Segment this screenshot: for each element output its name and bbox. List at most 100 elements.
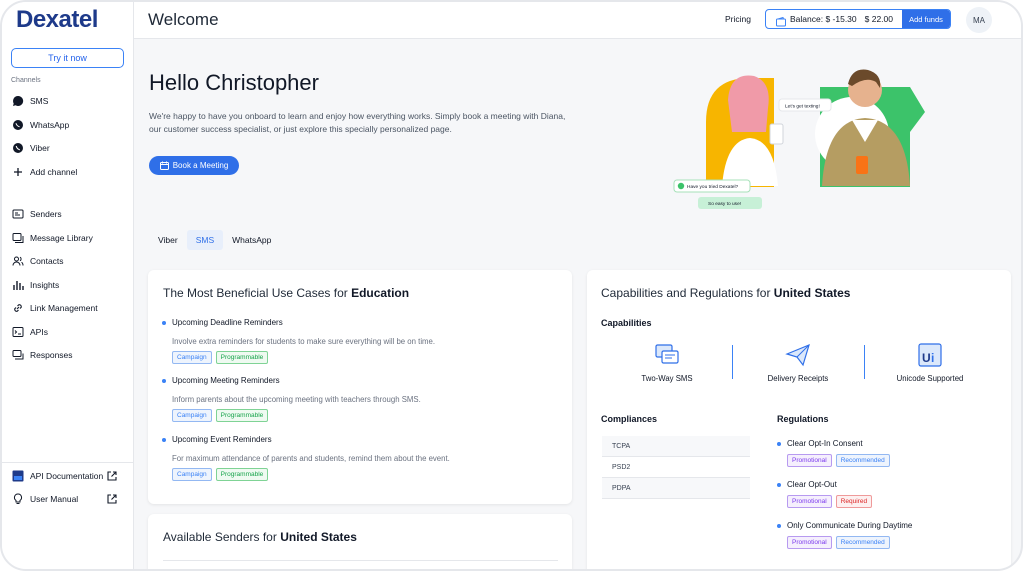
sidebar: Dexatel Try it now Channels SMS WhatsApp… — [2, 2, 134, 569]
tag-promotional: Promotional — [787, 454, 832, 467]
use-cases-title-prefix: The Most Beneficial Use Cases for — [163, 286, 348, 300]
senders-table-border — [163, 560, 558, 561]
tag-recommended: Recommended — [835, 454, 890, 467]
sidebar-item-apis[interactable]: APIs — [12, 323, 48, 341]
wallet-icon — [776, 14, 786, 27]
sidebar-item-message-library[interactable]: Message Library — [12, 229, 93, 247]
sidebar-item-insights[interactable]: Insights — [12, 276, 59, 294]
capability-delivery-receipts: Delivery Receipts — [748, 342, 848, 383]
sidebar-item-contacts[interactable]: Contacts — [12, 252, 64, 270]
tag-promotional: Promotional — [787, 495, 832, 508]
use-case-description: Inform parents about the upcoming meetin… — [172, 395, 421, 404]
sidebar-item-label: Insights — [30, 280, 60, 290]
bullet-dot — [162, 378, 166, 383]
sidebar-item-label: SMS — [30, 96, 49, 106]
balance-widget[interactable]: Balance: $ -15.30 $ 22.00 Add funds — [765, 9, 951, 29]
pricing-link[interactable]: Pricing — [725, 14, 751, 24]
hero-illustration: Let's get texting! Have you tried Dexate… — [670, 62, 932, 214]
regulation-title: Clear Opt-Out — [787, 480, 837, 489]
available-senders-card: Available Senders for United States — [148, 514, 572, 569]
external-link-icon — [107, 471, 117, 481]
dexatel-logo[interactable]: Dexatel — [16, 6, 98, 34]
tag-promotional: Promotional — [787, 536, 832, 549]
sidebar-item-api-documentation[interactable]: API Documentation — [12, 467, 117, 485]
tag-campaign: Campaign — [172, 351, 212, 364]
bullet-dot — [777, 523, 781, 528]
sidebar-item-responses[interactable]: Responses — [12, 346, 73, 364]
greeting-word: Hello — [149, 70, 200, 95]
book-meeting-label: Book a Meeting — [172, 161, 229, 170]
use-case-title: Upcoming Event Reminders — [172, 435, 272, 444]
sidebar-item-whatsapp[interactable]: WhatsApp — [12, 116, 69, 134]
tag-programmable: Programmable — [215, 468, 269, 481]
unicode-icon: Ui — [917, 342, 943, 368]
tag-campaign: Campaign — [172, 468, 212, 481]
sidebar-item-label: APIs — [30, 327, 48, 337]
use-cases-title-industry: Education — [351, 286, 410, 300]
svg-text:U: U — [922, 351, 931, 365]
api-icon — [12, 326, 24, 338]
use-cases-card: The Most Beneficial Use Cases for Educat… — [148, 270, 572, 504]
sms-icon — [12, 95, 24, 107]
compliance-row: PSD2 — [602, 457, 750, 478]
sidebar-item-add-channel[interactable]: Add channel — [12, 163, 77, 181]
sidebar-item-user-manual[interactable]: User Manual — [12, 490, 117, 508]
calendar-icon — [159, 161, 169, 170]
compliances-label: Compliances — [601, 414, 658, 424]
plus-icon — [12, 166, 24, 178]
avatar[interactable]: MA — [966, 7, 992, 33]
regulation-item: Clear Opt-In Consent Promotional Recomme… — [777, 439, 890, 467]
user-name: Christopher — [205, 70, 319, 95]
tab-viber[interactable]: Viber — [149, 230, 187, 250]
capability-unicode-supported: Ui Unicode Supported — [880, 342, 980, 383]
lightbulb-icon — [12, 493, 24, 505]
use-case-title: Upcoming Meeting Reminders — [172, 376, 280, 385]
two-way-sms-icon — [654, 342, 680, 368]
regulation-title: Clear Opt-In Consent — [787, 439, 863, 448]
bullet-dot — [777, 441, 781, 446]
greeting-heading: Hello Christopher — [149, 70, 319, 96]
svg-text:i: i — [931, 351, 934, 365]
tab-sms[interactable]: SMS — [186, 230, 224, 250]
contacts-icon — [12, 255, 24, 267]
add-funds-button[interactable]: Add funds — [902, 10, 950, 28]
intro-text: We're happy to have you onboard to learn… — [149, 111, 566, 134]
tag-programmable: Programmable — [215, 351, 269, 364]
sidebar-item-senders[interactable]: Senders — [12, 205, 62, 223]
capability-separator — [732, 345, 733, 379]
senders-title-prefix: Available Senders for — [163, 530, 277, 544]
tag-recommended: Recommended — [835, 536, 890, 549]
channels-label: Channels — [11, 77, 41, 84]
chat-bubble-text: Have you tried Dexatel? — [687, 184, 739, 190]
link-icon — [12, 302, 24, 314]
delivery-receipts-icon — [785, 342, 811, 368]
sidebar-item-sms[interactable]: SMS — [12, 92, 48, 110]
use-case-title: Upcoming Deadline Reminders — [172, 318, 283, 327]
bullet-dot — [777, 482, 781, 487]
tag-required: Required — [835, 495, 873, 508]
sidebar-item-label: WhatsApp — [30, 120, 70, 130]
api-docs-icon — [12, 470, 24, 482]
use-case-item: Upcoming Event Reminders For maximum att… — [162, 435, 450, 481]
sidebar-item-viber[interactable]: Viber — [12, 139, 50, 157]
sidebar-item-link-management[interactable]: Link Management — [12, 299, 98, 317]
regulation-item: Only Communicate During Daytime Promotio… — [777, 521, 912, 549]
sidebar-item-label: User Manual — [30, 494, 79, 504]
sidebar-item-label: Responses — [30, 350, 73, 360]
bullet-dot — [162, 437, 166, 442]
top-header: Welcome Pricing Balance: $ -15.30 $ 22.0… — [134, 2, 1021, 39]
use-case-description: Involve extra reminders for students to … — [172, 337, 436, 346]
chat-bubble-text: Let's get texting! — [785, 104, 820, 110]
whatsapp-icon — [12, 119, 24, 131]
capability-label: Unicode Supported — [896, 374, 964, 383]
use-case-item: Upcoming Meeting Reminders Inform parent… — [162, 376, 421, 422]
sidebar-item-label: Senders — [30, 209, 62, 219]
tab-whatsapp[interactable]: WhatsApp — [223, 230, 280, 250]
use-case-item: Upcoming Deadline Reminders Involve extr… — [162, 318, 435, 364]
book-meeting-button[interactable]: Book a Meeting — [149, 156, 239, 175]
sidebar-item-label: Link Management — [30, 303, 98, 313]
external-link-icon — [107, 494, 117, 504]
try-it-now-button[interactable]: Try it now — [11, 48, 124, 68]
senders-title: Available Senders for United States — [163, 530, 357, 544]
use-case-description: For maximum attendance of parents and st… — [172, 454, 450, 463]
